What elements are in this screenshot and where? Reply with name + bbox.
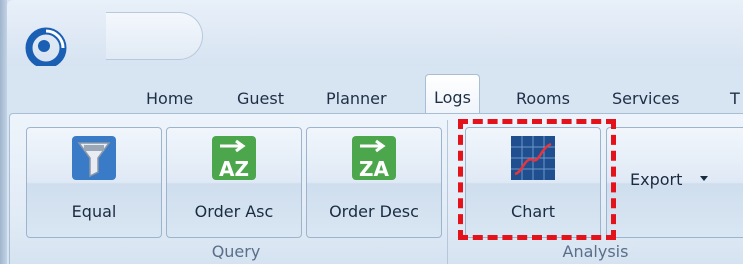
svg-text:AZ: AZ [219, 157, 249, 181]
funnel-filter-icon [72, 136, 116, 180]
chart-highlight-box [458, 119, 616, 240]
tab-guest[interactable]: Guest [237, 86, 284, 112]
equal-button[interactable]: Equal [26, 127, 162, 238]
dropdown-caret-icon[interactable] [700, 176, 708, 181]
tab-rooms[interactable]: Rooms [516, 86, 570, 112]
svg-text:ZA: ZA [359, 157, 390, 181]
order-asc-label: Order Asc [194, 202, 274, 221]
export-label: Export [630, 170, 683, 189]
order-asc-button[interactable]: AZ Order Asc [166, 127, 302, 238]
equal-label: Equal [71, 202, 117, 221]
tab-services[interactable]: Services [612, 86, 679, 112]
app-menu-button[interactable] [22, 26, 70, 70]
app-logo-icon [25, 27, 67, 69]
application-window: Home Guest Planner Logs Rooms Services T… [0, 0, 743, 264]
analysis-group-label: Analysis [562, 242, 629, 261]
query-group-label: Query [211, 242, 261, 261]
tab-planner[interactable]: Planner [326, 86, 387, 112]
order-desc-label: Order Desc [329, 202, 419, 221]
order-desc-button[interactable]: ZA Order Desc [306, 127, 442, 238]
sort-az-icon: AZ [212, 136, 256, 181]
window-frame-left [0, 0, 7, 264]
quick-access-toolbar[interactable] [106, 12, 203, 60]
tab-t[interactable]: T [730, 86, 740, 112]
sort-za-icon: ZA [352, 136, 396, 181]
tab-logs[interactable]: Logs [425, 74, 480, 115]
tab-home[interactable]: Home [146, 86, 193, 112]
